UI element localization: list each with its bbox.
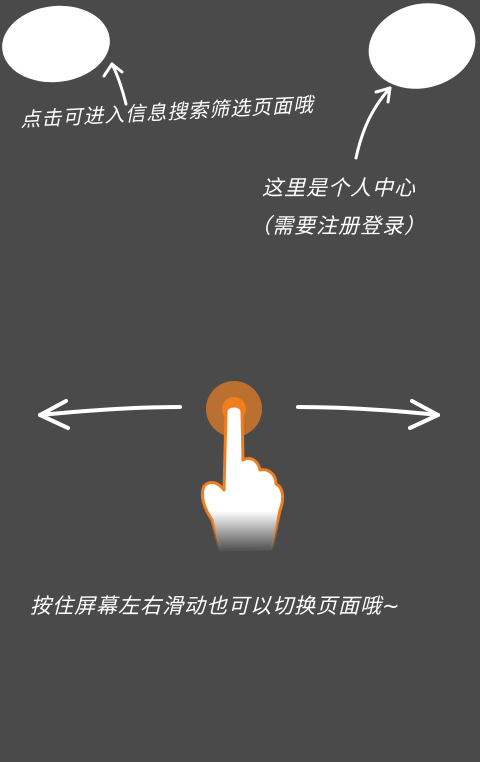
arrow-right-icon: [296, 399, 440, 430]
finger-swipe-icon: [200, 381, 285, 554]
profile-hint-line2: （需要注册登录）: [250, 214, 426, 238]
profile-hint-line1: 这里是个人中心: [262, 176, 416, 200]
arrow-left-icon: [38, 399, 182, 430]
pointer-arrow-to-profile-icon: [354, 86, 392, 160]
swipe-hint-text: 按住屏幕左右滑动也可以切换页面哦~: [30, 594, 401, 618]
